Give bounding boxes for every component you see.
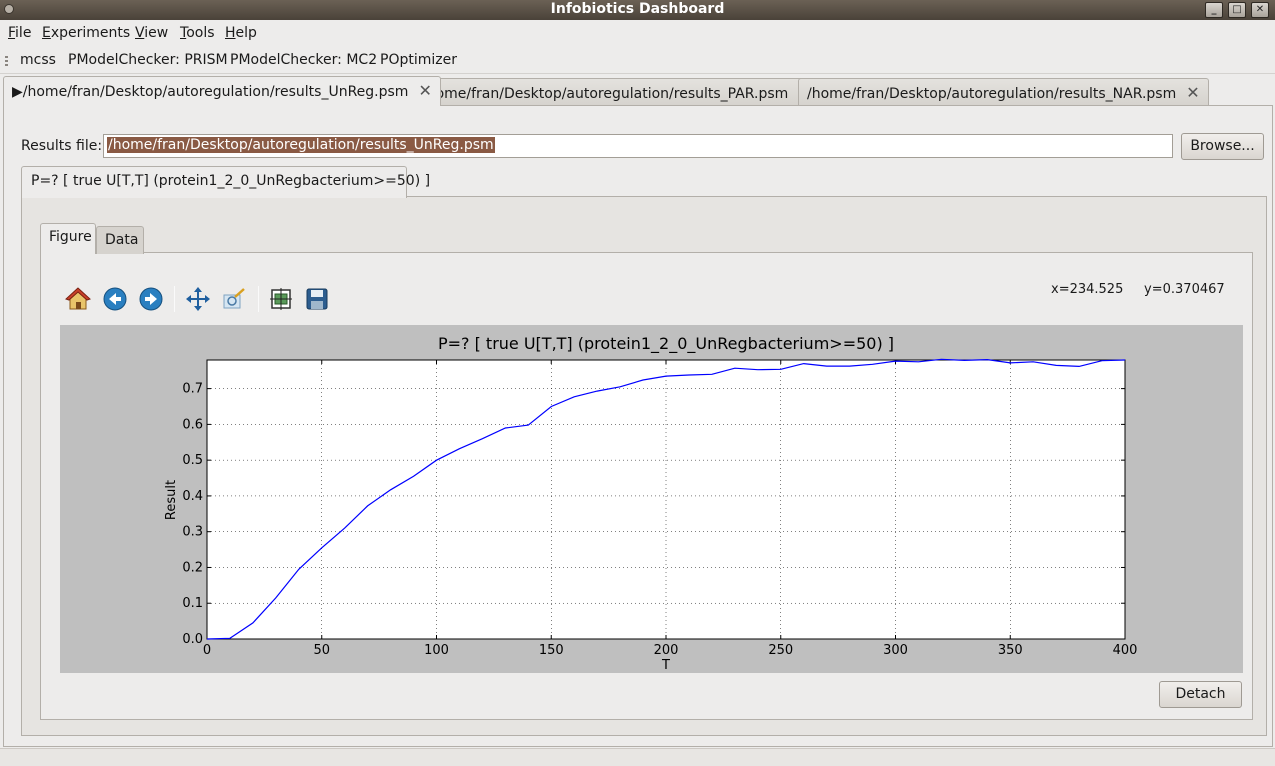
coordinate-readout: x=234.525 y=0.370467	[1051, 282, 1225, 297]
x-tick-label: 300	[883, 643, 908, 658]
menu-file[interactable]: File	[8, 25, 31, 41]
y-axis-label: Result	[164, 480, 179, 520]
results-file-input[interactable]: /home/fran/Desktop/autoregulation/result…	[103, 134, 1173, 158]
status-bar	[0, 748, 1275, 766]
menu-help[interactable]: Help	[225, 25, 257, 41]
minimize-icon[interactable]: _	[1205, 2, 1223, 18]
y-tick-label: 0.7	[182, 382, 203, 397]
active-tab-marker-icon: ▶	[12, 84, 23, 100]
x-tick-label: 350	[998, 643, 1023, 658]
y-tick-label: 0.3	[182, 525, 203, 540]
tool-prism-button[interactable]: PModelChecker: PRISM	[68, 52, 228, 68]
configure-subplots-icon[interactable]	[268, 286, 294, 312]
y-tick-label: 0.6	[182, 417, 203, 432]
menu-view[interactable]: View	[135, 25, 168, 41]
y-tick-label: 0.1	[182, 596, 203, 611]
tool-mc2-button[interactable]: PModelChecker: MC2	[230, 52, 377, 68]
save-icon[interactable]	[304, 286, 330, 312]
browse-button[interactable]: Browse...	[1181, 133, 1264, 160]
back-icon[interactable]	[102, 286, 128, 312]
home-icon[interactable]	[65, 286, 91, 312]
file-tab-nar[interactable]: /home/fran/Desktop/autoregulation/result…	[798, 78, 1209, 105]
pan-icon[interactable]	[185, 286, 211, 312]
y-tick-label: 0.0	[182, 632, 203, 647]
file-tab-label: /home/fran/Desktop/autoregulation/result…	[807, 86, 1177, 102]
file-tab-unreg[interactable]: ▶/home/fran/Desktop/autoregulation/resul…	[3, 76, 441, 106]
menu-experiments[interactable]: Experiments	[42, 25, 130, 41]
toolbar-separator	[174, 286, 175, 312]
file-tab-par[interactable]: /home/fran/Desktop/autoregulation/result…	[413, 78, 821, 105]
forward-icon[interactable]	[138, 286, 164, 312]
file-tab-label: /home/fran/Desktop/autoregulation/result…	[422, 86, 789, 102]
close-tab-icon[interactable]: ✕	[1186, 83, 1199, 102]
results-file-label: Results file:	[21, 138, 103, 154]
x-tick-label: 150	[539, 643, 564, 658]
close-tab-icon[interactable]: ✕	[418, 81, 431, 100]
coord-y: y=0.370467	[1144, 282, 1225, 297]
maximize-icon[interactable]: □	[1228, 2, 1246, 18]
plot-axes	[206, 359, 1126, 640]
x-tick-label: 250	[768, 643, 793, 658]
tab-figure[interactable]: Figure	[40, 223, 96, 254]
tool-poptimizer-button[interactable]: POptimizer	[380, 52, 457, 68]
property-tab[interactable]: P=? [ true U[T,T] (protein1_2_0_UnRegbac…	[21, 166, 430, 198]
line-chart: P=? [ true U[T,T] (protein1_2_0_UnRegbac…	[164, 334, 1138, 673]
x-tick-label: 100	[424, 643, 449, 658]
detach-button[interactable]: Detach	[1159, 681, 1242, 708]
x-tick-label: 0	[203, 643, 211, 658]
coord-x: x=234.525	[1051, 282, 1124, 297]
x-tick-label: 200	[654, 643, 679, 658]
results-file-value: /home/fran/Desktop/autoregulation/result…	[107, 137, 495, 153]
tool-mcss-button[interactable]: mcss	[20, 52, 56, 68]
menu-bar: File Experiments View Tools Help	[0, 22, 1275, 46]
title-bar: Infobiotics Dashboard _ □ ✕	[0, 0, 1275, 20]
x-tick-label: 50	[313, 643, 330, 658]
toolbar-grip-icon[interactable]	[5, 56, 8, 66]
x-axis-label: T	[661, 658, 670, 673]
chart-title: P=? [ true U[T,T] (protein1_2_0_UnRegbac…	[438, 334, 894, 354]
close-window-icon[interactable]: ✕	[1251, 2, 1269, 18]
toolbar-separator	[258, 286, 259, 312]
file-tab-label: /home/fran/Desktop/autoregulation/result…	[22, 84, 409, 100]
y-tick-label: 0.2	[182, 560, 203, 575]
tool-bar: mcss PModelChecker: PRISM PModelChecker:…	[0, 48, 1275, 74]
zoom-rect-icon[interactable]	[221, 286, 247, 312]
tab-data[interactable]: Data	[96, 226, 144, 254]
y-tick-label: 0.5	[182, 453, 203, 468]
window-title: Infobiotics Dashboard	[550, 1, 725, 17]
x-tick-label: 400	[1113, 643, 1138, 658]
menu-tools[interactable]: Tools	[180, 25, 215, 41]
y-tick-label: 0.4	[182, 489, 203, 504]
